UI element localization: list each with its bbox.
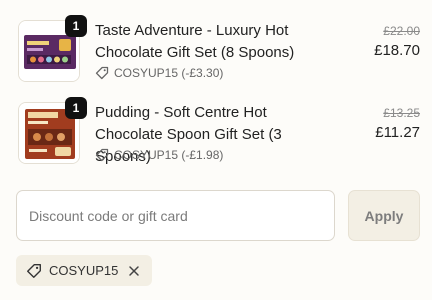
line-item: 1 Pudding - Soft Centre Hot Chocolate Sp… — [18, 97, 420, 166]
applied-code-label: COSYUP15 — [49, 263, 119, 278]
quantity-badge: 1 — [65, 15, 87, 37]
quantity-badge: 1 — [65, 97, 87, 119]
tag-icon — [95, 148, 109, 162]
tag-icon — [95, 66, 109, 80]
original-price: £13.25 — [383, 106, 420, 120]
item-discount: COSYUP15 (-£3.30) — [95, 65, 223, 81]
product-thumbnail-wrapper: 1 — [18, 15, 87, 82]
item-discount: COSYUP15 (-£1.98) — [95, 147, 223, 163]
product-thumbnail-wrapper: 1 — [18, 97, 87, 164]
close-icon[interactable] — [126, 263, 142, 279]
apply-button[interactable]: Apply — [348, 190, 420, 241]
product-title: Taste Adventure - Luxury Hot Chocolate G… — [95, 22, 295, 61]
original-price: £22.00 — [383, 24, 420, 38]
discounted-price: £18.70 — [374, 42, 420, 59]
order-summary: 1 Taste Adventure - Luxury Hot Chocolate… — [0, 0, 432, 300]
applied-discount-chip: COSYUP15 — [16, 255, 152, 286]
item-discount-text: COSYUP15 (-£3.30) — [114, 66, 224, 80]
discounted-price: £11.27 — [375, 124, 420, 141]
line-item: 1 Taste Adventure - Luxury Hot Chocolate… — [18, 15, 420, 84]
item-discount-text: COSYUP15 (-£1.98) — [114, 148, 224, 162]
tag-icon — [26, 263, 42, 279]
discount-code-input[interactable] — [16, 190, 335, 241]
